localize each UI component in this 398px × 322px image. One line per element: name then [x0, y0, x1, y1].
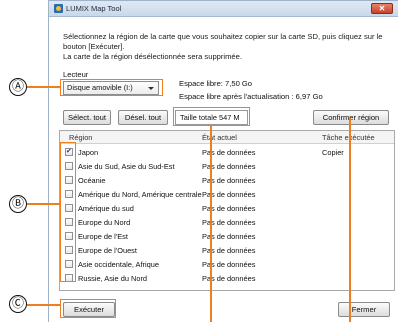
list-item[interactable]: Océanie Pas de données: [60, 173, 394, 187]
total-size-leader: [210, 126, 212, 322]
column-header-region[interactable]: Région: [69, 133, 92, 142]
region-list: Région État actuel Tâche exécutée Japon …: [59, 130, 395, 291]
region-name: Océanie: [78, 176, 106, 185]
lumix-map-tool-window: LUMIX Map Tool ✕ Sélectionnez la région …: [48, 0, 398, 322]
drive-label: Lecteur: [63, 70, 89, 79]
select-all-button[interactable]: Sélect. tout: [63, 110, 111, 125]
list-item[interactable]: Russie, Asie du Nord Pas de données: [60, 271, 394, 285]
list-item[interactable]: Asie du Sud, Asie du Sud-Est Pas de donn…: [60, 159, 394, 173]
list-item[interactable]: Asie occidentale, Afrique Pas de données: [60, 257, 394, 271]
list-item[interactable]: Amérique du Nord, Amérique centrale Pas …: [60, 187, 394, 201]
list-item[interactable]: Europe de l'Est Pas de données: [60, 229, 394, 243]
instructions-line-1: Sélectionnez la région de la carte que v…: [63, 32, 383, 41]
free-space-after-text: Espace libre après l'actualisation : 6,9…: [179, 92, 323, 101]
list-item[interactable]: Amérique du sud Pas de données: [60, 201, 394, 215]
highlight-total-size: [173, 107, 250, 126]
highlight-checkboxes: [60, 142, 76, 282]
instructions-line-3: La carte de la région désélectionnée ser…: [63, 52, 242, 61]
close-window-button[interactable]: ✕: [371, 3, 393, 14]
highlight-drive-select: [60, 79, 163, 96]
confirm-region-button[interactable]: Confirmer région: [313, 110, 389, 125]
region-list-header: Région État actuel Tâche exécutée: [60, 131, 394, 144]
region-task: Copier: [322, 148, 344, 157]
region-name: Amérique du sud: [78, 204, 134, 213]
deselect-all-button[interactable]: Désel. tout: [118, 110, 168, 125]
list-item[interactable]: Europe de l'Ouest Pas de données: [60, 243, 394, 257]
list-item[interactable]: Europe du Nord Pas de données: [60, 215, 394, 229]
region-name: Russie, Asie du Nord: [78, 274, 148, 283]
region-name: Asie occidentale, Afrique: [78, 260, 159, 269]
callout-a: Ⓐ: [9, 78, 27, 96]
window-title: LUMIX Map Tool: [66, 4, 122, 13]
region-name: Europe de l'Ouest: [78, 246, 137, 255]
close-button[interactable]: Fermer: [338, 302, 390, 317]
app-icon: [54, 4, 63, 13]
region-name: Amérique du Nord, Amérique centrale: [78, 190, 202, 199]
free-space-text: Espace libre: 7,50 Go: [179, 79, 253, 88]
instructions-text: Sélectionnez la région de la carte que v…: [63, 32, 393, 62]
callout-b-leader: [27, 203, 60, 205]
title-bar: LUMIX Map Tool ✕: [49, 1, 398, 17]
list-item[interactable]: Japon Pas de données Copier: [60, 145, 394, 159]
callout-c: Ⓒ: [9, 295, 27, 313]
region-name: Japon: [78, 148, 99, 157]
instructions-line-2: bouton [Exécuter].: [63, 42, 125, 51]
region-name: Europe du Nord: [78, 218, 131, 227]
callout-b: Ⓑ: [9, 195, 27, 213]
column-header-task[interactable]: Tâche exécutée: [322, 133, 394, 142]
confirm-region-leader: [349, 118, 351, 322]
callout-c-leader: [27, 304, 60, 306]
column-header-state[interactable]: État actuel: [202, 133, 237, 142]
highlight-execute-button: [60, 299, 116, 318]
region-name: Europe de l'Est: [78, 232, 128, 241]
region-name: Asie du Sud, Asie du Sud-Est: [78, 162, 175, 171]
callout-a-leader: [27, 86, 60, 88]
